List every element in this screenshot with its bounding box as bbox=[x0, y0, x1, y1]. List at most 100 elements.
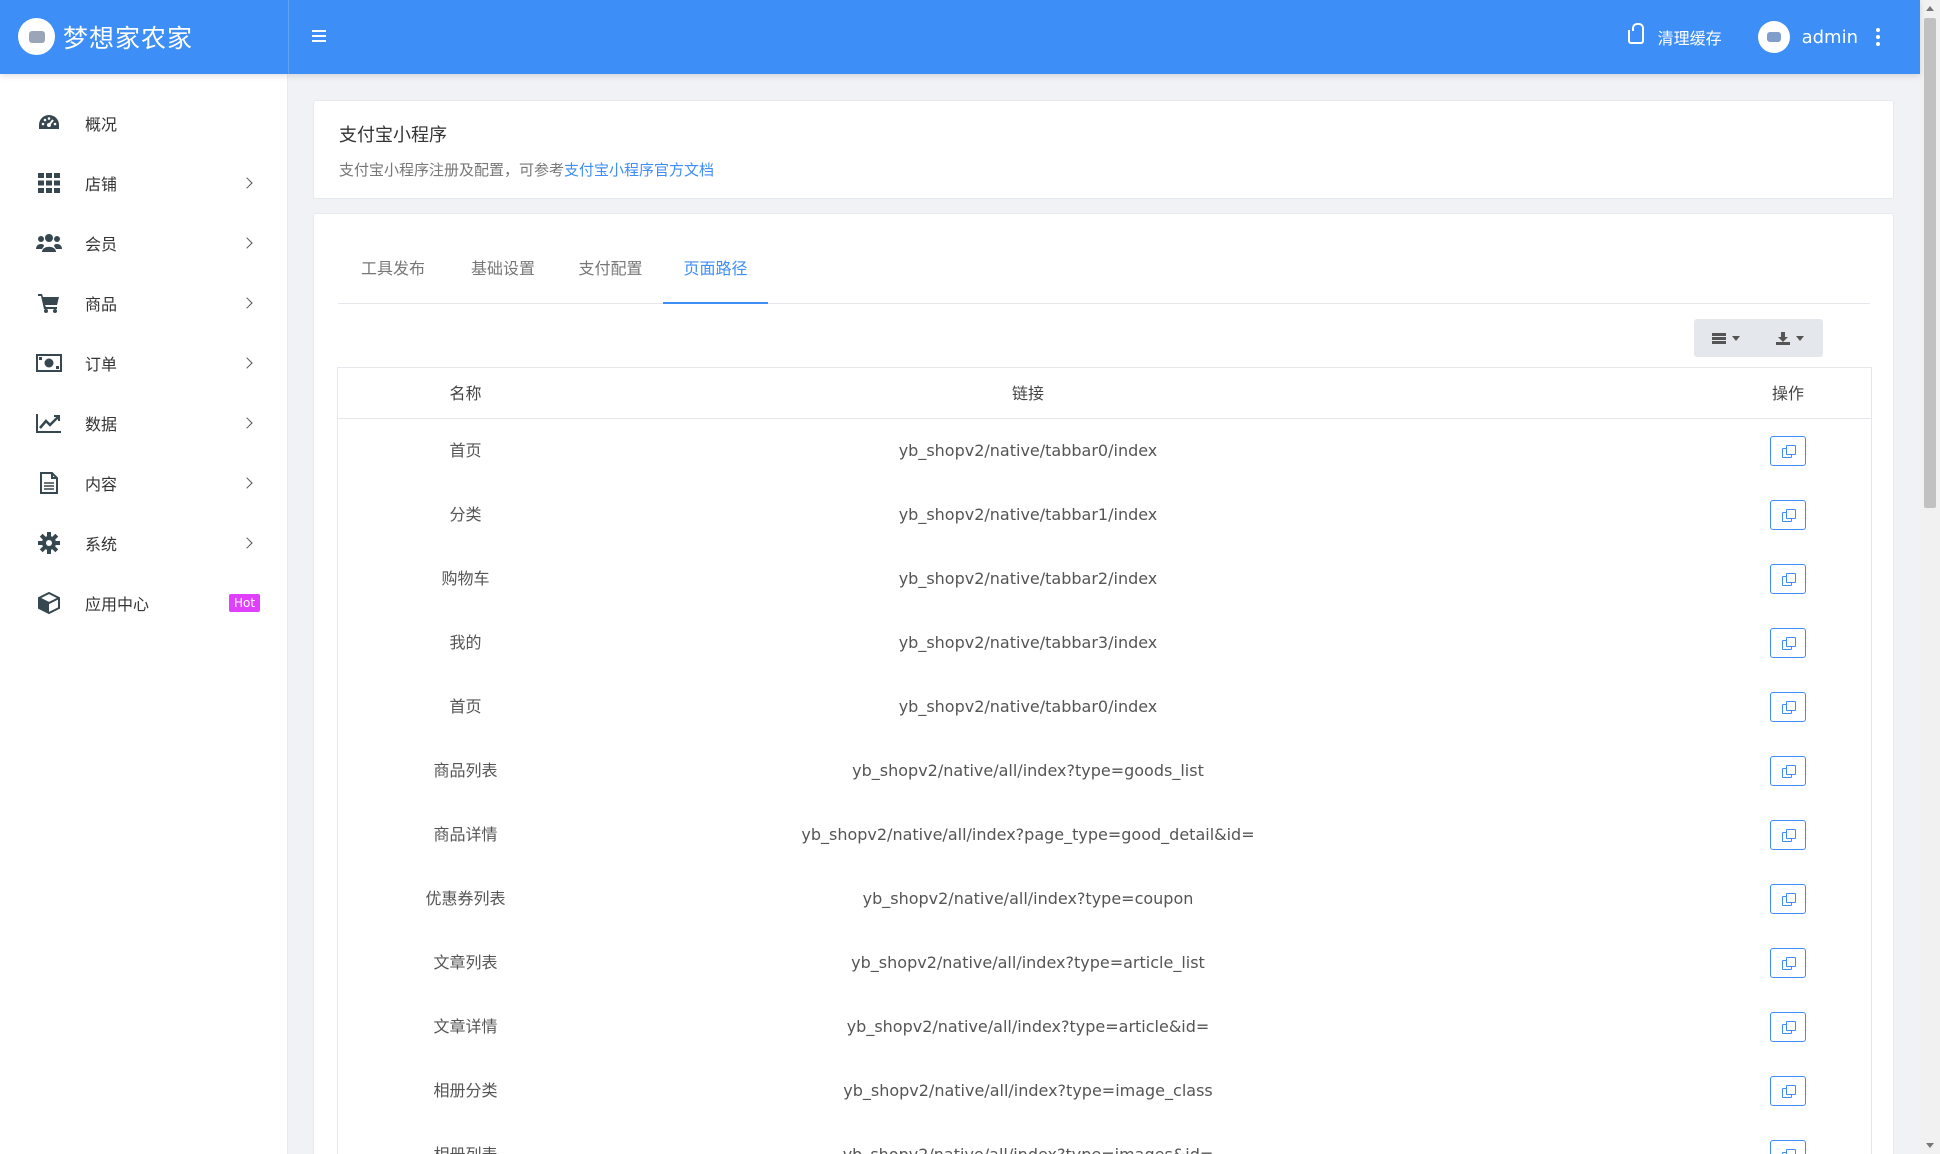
copy-link-button[interactable] bbox=[1770, 884, 1806, 914]
clear-cache-label: 清理缓存 bbox=[1657, 29, 1722, 48]
copy-icon bbox=[1782, 637, 1796, 650]
sidebar-item-data[interactable]: 数据 bbox=[0, 393, 288, 453]
copy-link-button[interactable] bbox=[1770, 1140, 1806, 1154]
document-icon bbox=[36, 472, 62, 494]
brand[interactable]: 梦想家农家 bbox=[18, 18, 193, 55]
row-link: yb_shopv2/native/all/index?type=coupon bbox=[862, 889, 1194, 908]
table-row: 文章列表 yb_shopv2/native/all/index?type=arti… bbox=[338, 931, 1871, 995]
official-doc-link[interactable]: 支付宝小程序官方文档 bbox=[564, 161, 714, 179]
download-icon bbox=[1776, 331, 1790, 345]
sidebar-item-members[interactable]: 会员 bbox=[0, 213, 288, 273]
top-header: 梦想家农家 清理缓存 admin bbox=[0, 0, 1920, 74]
copy-link-button[interactable] bbox=[1770, 564, 1806, 594]
copy-icon bbox=[1782, 1085, 1796, 1098]
scroll-thumb[interactable] bbox=[1924, 18, 1936, 508]
cart-icon bbox=[36, 292, 62, 314]
row-link: yb_shopv2/native/all/index?page_type=goo… bbox=[801, 825, 1255, 844]
copy-icon bbox=[1782, 509, 1796, 522]
copy-link-button[interactable] bbox=[1770, 436, 1806, 466]
sidebar-item-content[interactable]: 内容 bbox=[0, 453, 288, 513]
chevron-right-icon bbox=[241, 237, 253, 249]
tab-payment-config[interactable]: 支付配置 bbox=[558, 234, 663, 304]
basket-icon bbox=[1627, 23, 1644, 44]
page-description: 支付宝小程序注册及配置，可参考支付宝小程序官方文档 bbox=[339, 159, 714, 180]
copy-link-button[interactable] bbox=[1770, 820, 1806, 850]
row-name: 首页 bbox=[449, 441, 482, 460]
copy-icon bbox=[1782, 445, 1796, 458]
caret-down-icon bbox=[1732, 335, 1740, 341]
sidebar-item-label: 内容 bbox=[85, 475, 118, 494]
copy-icon bbox=[1782, 701, 1796, 714]
copy-link-button[interactable] bbox=[1770, 756, 1806, 786]
user-name[interactable]: admin bbox=[1802, 27, 1858, 48]
sidebar-item-label: 会员 bbox=[85, 235, 118, 254]
money-icon bbox=[36, 352, 62, 374]
row-name: 文章列表 bbox=[433, 953, 498, 972]
row-name: 相册分类 bbox=[433, 1081, 498, 1100]
row-name: 商品列表 bbox=[433, 761, 498, 780]
chevron-right-icon bbox=[241, 537, 253, 549]
copy-link-button[interactable] bbox=[1770, 500, 1806, 530]
chevron-right-icon bbox=[241, 297, 253, 309]
hot-badge: Hot bbox=[229, 594, 261, 612]
copy-icon bbox=[1782, 957, 1796, 970]
dashboard-icon bbox=[36, 112, 62, 134]
scroll-up-icon[interactable] bbox=[1926, 6, 1934, 11]
table-row: 商品列表 yb_shopv2/native/all/index?type=good… bbox=[338, 739, 1871, 803]
copy-link-button[interactable] bbox=[1770, 1076, 1806, 1106]
copy-icon bbox=[1782, 829, 1796, 842]
row-link: yb_shopv2/native/all/index?type=article&… bbox=[846, 1017, 1210, 1036]
chevron-right-icon bbox=[241, 177, 253, 189]
sidebar-item-system[interactable]: 系统 bbox=[0, 513, 288, 573]
copy-link-button[interactable] bbox=[1770, 948, 1806, 978]
row-name: 商品详情 bbox=[433, 825, 498, 844]
chart-line-icon bbox=[36, 412, 62, 434]
sidebar-item-app-center[interactable]: 应用中心 Hot bbox=[0, 573, 288, 633]
table-row: 我的 yb_shopv2/native/tabbar3/index bbox=[338, 611, 1871, 675]
avatar[interactable] bbox=[1757, 21, 1790, 53]
hamburger-menu-icon[interactable] bbox=[312, 30, 326, 42]
sidebar-item-overview[interactable]: 概况 bbox=[0, 93, 288, 153]
copy-icon bbox=[1782, 893, 1796, 906]
sidebar: 概况 店铺 会员 商品 订单 数据 内容 系统 应用中心 Hot bbox=[0, 74, 288, 1154]
table-row: 商品详情 yb_shopv2/native/all/index?page_type… bbox=[338, 803, 1871, 867]
column-header-link: 链接 bbox=[1011, 384, 1044, 403]
sidebar-item-store[interactable]: 店铺 bbox=[0, 153, 288, 213]
column-header-name: 名称 bbox=[449, 384, 482, 403]
sidebar-item-products[interactable]: 商品 bbox=[0, 273, 288, 333]
table-row: 分类 yb_shopv2/native/tabbar1/index bbox=[338, 483, 1871, 547]
table-row: 相册列表yb_shopv2/native/all/index?type=imag… bbox=[338, 1123, 1871, 1154]
info-card: 支付宝小程序 支付宝小程序注册及配置，可参考支付宝小程序官方文档 bbox=[313, 100, 1894, 199]
copy-link-button[interactable] bbox=[1770, 628, 1806, 658]
row-link: yb_shopv2/native/all/index?type=article_… bbox=[851, 953, 1205, 972]
list-icon bbox=[1712, 332, 1726, 344]
row-name: 首页 bbox=[449, 697, 482, 716]
tab-page-path[interactable]: 页面路径 bbox=[663, 234, 768, 304]
tab-tool-release[interactable]: 工具发布 bbox=[338, 234, 448, 304]
row-name: 相册列表 bbox=[338, 1123, 593, 1154]
export-button[interactable] bbox=[1758, 319, 1822, 357]
chevron-right-icon bbox=[241, 357, 253, 369]
gear-icon bbox=[36, 532, 62, 554]
sidebar-item-orders[interactable]: 订单 bbox=[0, 333, 288, 393]
copy-icon bbox=[1782, 1021, 1796, 1034]
copy-link-button[interactable] bbox=[1770, 1012, 1806, 1042]
tab-basic-settings[interactable]: 基础设置 bbox=[448, 234, 558, 304]
scroll-down-icon[interactable] bbox=[1926, 1143, 1934, 1148]
table-header: 名称 链接 操作 bbox=[338, 368, 1871, 419]
row-name: 分类 bbox=[449, 505, 482, 524]
copy-link-button[interactable] bbox=[1770, 692, 1806, 722]
header-right: 清理缓存 admin bbox=[1627, 0, 1880, 74]
columns-toggle-button[interactable] bbox=[1694, 319, 1758, 357]
row-link: yb_shopv2/native/all/index?type=goods_li… bbox=[852, 761, 1204, 780]
table-row: 相册分类 yb_shopv2/native/all/index?type=imag… bbox=[338, 1059, 1871, 1123]
more-vertical-icon[interactable] bbox=[1876, 28, 1880, 46]
table-row: 优惠券列表 yb_shopv2/native/all/index?type=cou… bbox=[338, 867, 1871, 931]
row-link: yb_shopv2/native/tabbar0/index bbox=[898, 697, 1158, 716]
header-divider bbox=[288, 0, 289, 74]
row-link: yb_shopv2/native/tabbar1/index bbox=[898, 505, 1158, 524]
copy-icon bbox=[1782, 765, 1796, 778]
page-scrollbar[interactable] bbox=[1920, 0, 1940, 1154]
row-link: yb_shopv2/native/tabbar0/index bbox=[898, 441, 1158, 460]
clear-cache-button[interactable]: 清理缓存 bbox=[1627, 23, 1722, 49]
